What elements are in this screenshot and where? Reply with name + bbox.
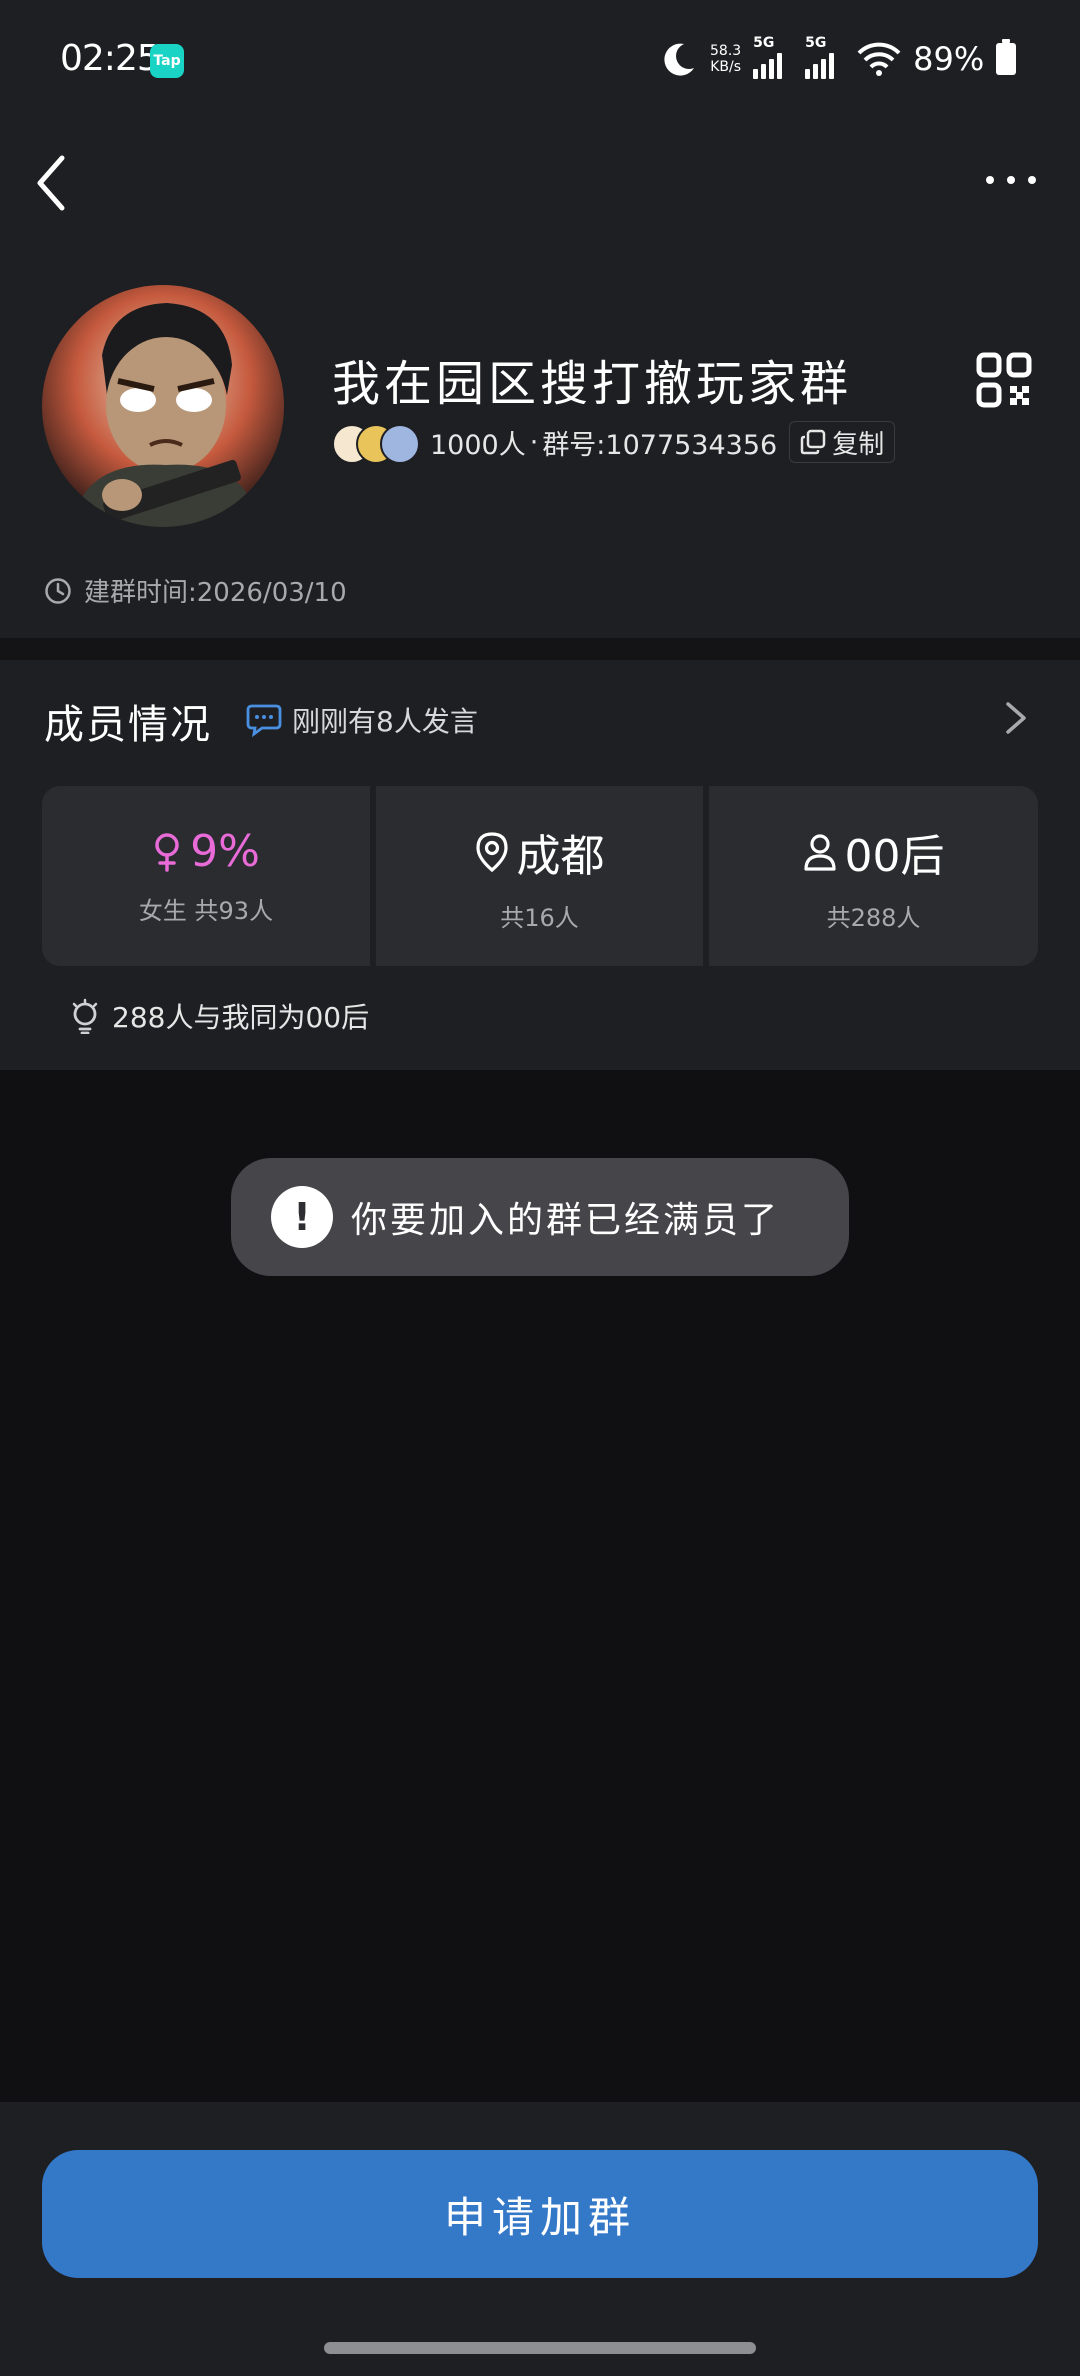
stat-card-age[interactable]: 00后 共288人 [709, 786, 1038, 966]
group-name: 我在园区搜打撤玩家群 [332, 356, 853, 412]
group-id: 群号:1077534356 [542, 429, 778, 461]
created-time-row: 建群时间:2026/03/10 [44, 572, 347, 609]
error-toast: ! 你要加入的群已经满员了 [231, 1158, 849, 1276]
female-count: 女生 共93人 [138, 897, 274, 925]
member-avatars[interactable] [332, 422, 422, 464]
dot-separator: · [529, 426, 539, 458]
exclamation-icon: ! [271, 1186, 333, 1248]
status-icons: 58.3 KB/s 5G 5G 89% [660, 35, 1017, 82]
created-label: 建群时间: [84, 578, 197, 608]
copy-label: 复制 [832, 429, 885, 460]
toast-message: 你要加入的群已经满员了 [351, 1200, 781, 1241]
copy-icon [800, 429, 826, 455]
chat-bubble-icon [246, 704, 282, 737]
more-icon[interactable] [976, 158, 1046, 198]
activity-text: 刚刚有8人发言 [292, 705, 478, 738]
section-divider [0, 638, 1080, 660]
signal-icon: 5G [805, 35, 845, 79]
stat-card-location[interactable]: 成都 共16人 [376, 786, 703, 966]
battery-icon [996, 39, 1017, 75]
battery-percent: 89% [913, 40, 985, 78]
chevron-right-icon[interactable] [996, 698, 1036, 738]
female-percent: 9% [190, 826, 260, 877]
qr-code-icon[interactable] [976, 352, 1032, 408]
taptap-app-icon: Tap [150, 44, 184, 78]
location-pin-icon [475, 831, 508, 872]
members-title: 成员情况 [44, 702, 212, 748]
group-meta-row: 1000人 · 群号:1077534356 复制 [332, 420, 896, 464]
clock-icon [45, 577, 71, 604]
same-age-row: 288人与我同为00后 [70, 996, 369, 1036]
activity-indicator: 刚刚有8人发言 [246, 700, 478, 740]
signal-icon: 5G [753, 35, 793, 79]
same-age-text: 288人与我同为00后 [112, 1001, 370, 1034]
copy-button[interactable]: 复制 [789, 421, 896, 463]
moon-icon [664, 43, 694, 76]
wifi-icon [857, 42, 901, 76]
group-avatar[interactable] [42, 285, 284, 527]
back-icon[interactable] [28, 148, 78, 218]
age-count: 共288人 [826, 903, 921, 932]
female-icon [155, 832, 179, 872]
age-group: 00后 [844, 830, 945, 882]
location-name: 成都 [516, 830, 605, 882]
network-speed: 58.3 KB/s [710, 43, 742, 75]
apply-join-button[interactable]: 申请加群 [42, 2150, 1038, 2278]
avatar [380, 424, 420, 464]
created-date: 2026/03/10 [196, 578, 347, 608]
person-icon [803, 833, 836, 871]
status-time: 02:25 [60, 38, 160, 79]
lightbulb-icon [72, 998, 98, 1034]
location-count: 共16人 [500, 903, 579, 932]
home-indicator[interactable] [324, 2342, 756, 2354]
stat-card-gender[interactable]: 9% 女生 共93人 [42, 786, 370, 966]
member-count: 1000人 [430, 429, 526, 461]
